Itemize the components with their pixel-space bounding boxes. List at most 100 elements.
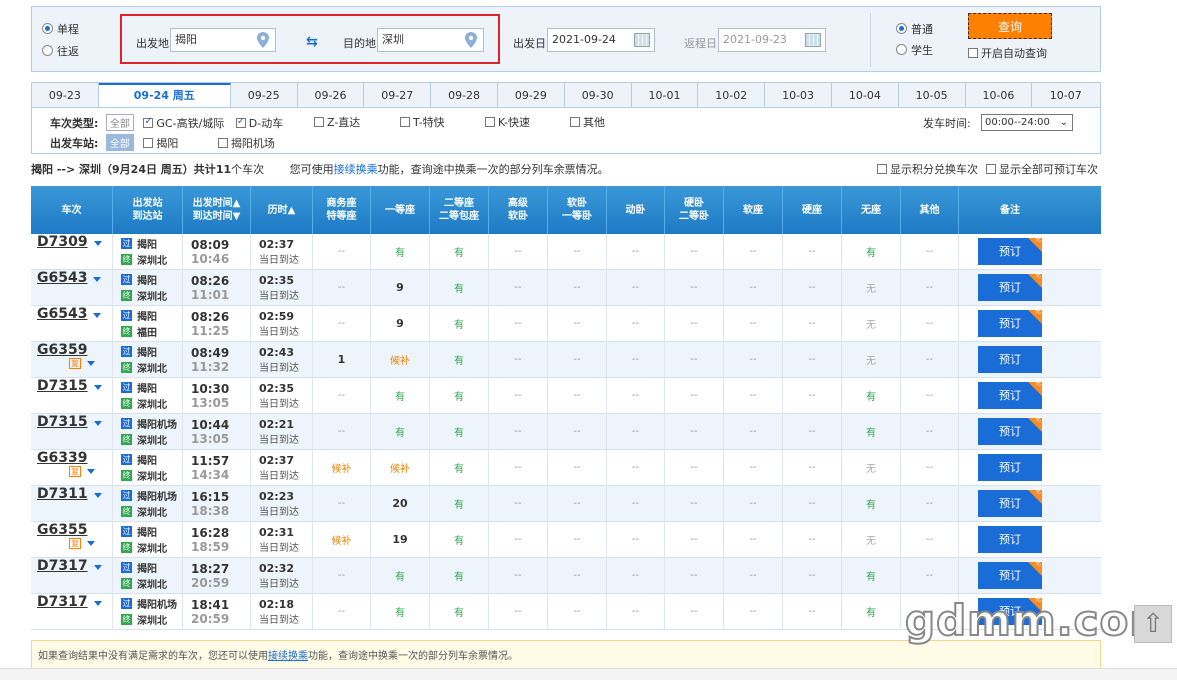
seat-cell[interactable]: 有 [430,450,489,485]
tab-date[interactable]: 09-26 [298,83,365,107]
seat-cell[interactable]: 有 [430,234,489,269]
seat-cell[interactable]: 20 [371,486,430,521]
seat-cell[interactable]: 有 [371,594,430,629]
seat-cell[interactable]: 有 [371,234,430,269]
train-number-link[interactable]: D7315 [37,414,88,430]
station-airport-checkbox[interactable]: 揭阳机场 [217,137,275,150]
seat-cell[interactable]: 有 [842,414,901,449]
tab-date[interactable]: 10-07 [1032,83,1099,107]
seat-cell[interactable]: 有 [842,558,901,593]
type-k-checkbox[interactable]: K-快速 [485,114,530,130]
seat-cell[interactable]: 有 [430,378,489,413]
student-passenger-radio[interactable]: 学生 [896,42,933,58]
chevron-down-icon[interactable] [93,240,102,246]
seat-cell[interactable]: 9 [371,270,430,305]
book-button[interactable]: 预订兑 [978,560,1042,589]
seat-cell[interactable]: 无 [842,342,901,377]
all-stations-button[interactable]: 全部 [105,134,134,151]
swap-icon[interactable]: ⇆ [306,34,318,50]
seat-cell[interactable]: 候补 [371,342,430,377]
chevron-down-icon[interactable] [93,276,102,282]
chevron-down-icon[interactable] [93,420,102,426]
depart-time-select[interactable]: 00:00--24:00 ⌄ [981,114,1073,131]
book-button[interactable]: 预订 [978,346,1042,373]
tab-date[interactable]: 10-02 [698,83,766,107]
seat-cell[interactable]: 有 [430,342,489,377]
type-gc-checkbox[interactable]: GC-高铁/城际 [143,116,224,130]
seat-cell[interactable]: 无 [842,450,901,485]
show-points-checkbox[interactable]: 显示积分兑换车次 [877,161,978,177]
chevron-down-icon[interactable] [87,360,95,366]
chevron-down-icon[interactable] [93,492,102,498]
tab-date[interactable]: 09-30 [565,83,632,107]
type-d-checkbox[interactable]: D-动车 [235,116,283,130]
tab-date[interactable]: 10-01 [632,83,699,107]
book-button[interactable]: 预订兑 [978,272,1042,301]
column-header[interactable]: 历时▲ [251,186,313,234]
tab-date[interactable]: 09-25 [231,83,298,107]
chevron-down-icon[interactable] [87,468,95,474]
tab-date[interactable]: 10-05 [899,83,966,107]
train-number-link[interactable]: G6355 [37,522,87,538]
tab-date[interactable]: 09-29 [498,83,565,107]
book-button[interactable]: 预订兑 [978,380,1042,409]
seat-cell[interactable]: 有 [842,486,901,521]
chevron-down-icon[interactable] [93,312,102,318]
tab-date[interactable]: 09-23 [32,83,99,107]
train-number-link[interactable]: D7317 [37,558,88,574]
seat-cell[interactable]: 候补 [313,522,371,557]
return-date-input[interactable]: 2021-09-23 [718,28,826,52]
one-way-radio[interactable]: 单程 [42,21,79,37]
back-to-top-icon[interactable]: ⇧ [1134,605,1172,643]
book-button[interactable]: 预订 [978,454,1042,481]
tab-date[interactable]: 09-28 [431,83,498,107]
seat-cell[interactable]: 有 [430,558,489,593]
chevron-down-icon[interactable] [93,600,102,606]
transfer-link[interactable]: 接续换乘 [334,163,378,176]
round-trip-radio[interactable]: 往返 [42,43,79,59]
train-number-link[interactable]: G6543 [37,306,87,322]
seat-cell[interactable]: 1 [313,342,371,377]
book-button[interactable]: 预订兑 [978,416,1042,445]
seat-cell[interactable]: 无 [842,522,901,557]
auto-query-checkbox[interactable]: 开启自动查询 [968,45,1047,61]
seat-cell[interactable]: 有 [371,378,430,413]
train-number-link[interactable]: D7317 [37,594,88,610]
seat-cell[interactable]: 9 [371,306,430,341]
from-input[interactable]: 揭阳 [170,28,276,52]
book-button[interactable]: 预订兑 [978,308,1042,337]
show-bookable-checkbox[interactable]: 显示全部可预订车次 [986,161,1098,177]
tab-date[interactable]: 10-03 [765,83,832,107]
seat-cell[interactable]: 有 [430,594,489,629]
tab-date[interactable]: 09-27 [364,83,432,107]
seat-cell[interactable]: 有 [430,486,489,521]
train-number-link[interactable]: G6339 [37,450,87,466]
seat-cell[interactable]: 有 [430,306,489,341]
seat-cell[interactable]: 有 [430,414,489,449]
tab-date-selected[interactable]: 09-24 周五 [98,83,231,107]
depart-date-input[interactable]: 2021-09-24 [547,28,655,52]
all-types-button[interactable]: 全部 [105,114,134,131]
normal-passenger-radio[interactable]: 普通 [896,21,933,37]
column-header[interactable]: 出发时间▲ 到达时间▼ [183,186,251,234]
type-z-checkbox[interactable]: Z-直达 [314,114,360,130]
chevron-down-icon[interactable] [93,564,102,570]
seat-cell[interactable]: 候补 [371,450,430,485]
query-button[interactable]: 查询 [968,13,1052,39]
train-number-link[interactable]: D7315 [37,378,88,394]
seat-cell[interactable]: 有 [842,234,901,269]
to-input[interactable]: 深圳 [377,28,484,52]
seat-cell[interactable]: 有 [371,414,430,449]
tab-date[interactable]: 10-04 [832,83,899,107]
seat-cell[interactable]: 19 [371,522,430,557]
type-other-checkbox[interactable]: 其他 [570,114,605,130]
train-number-link[interactable]: D7309 [37,234,88,250]
seat-cell[interactable]: 有 [430,270,489,305]
seat-cell[interactable]: 候补 [313,450,371,485]
seat-cell[interactable]: 有 [842,594,901,629]
station-jieyang-checkbox[interactable]: 揭阳 [143,137,178,150]
seat-cell[interactable]: 有 [842,378,901,413]
train-number-link[interactable]: G6359 [37,342,87,358]
book-button[interactable]: 预订 [978,526,1042,553]
train-number-link[interactable]: D7311 [37,486,88,502]
